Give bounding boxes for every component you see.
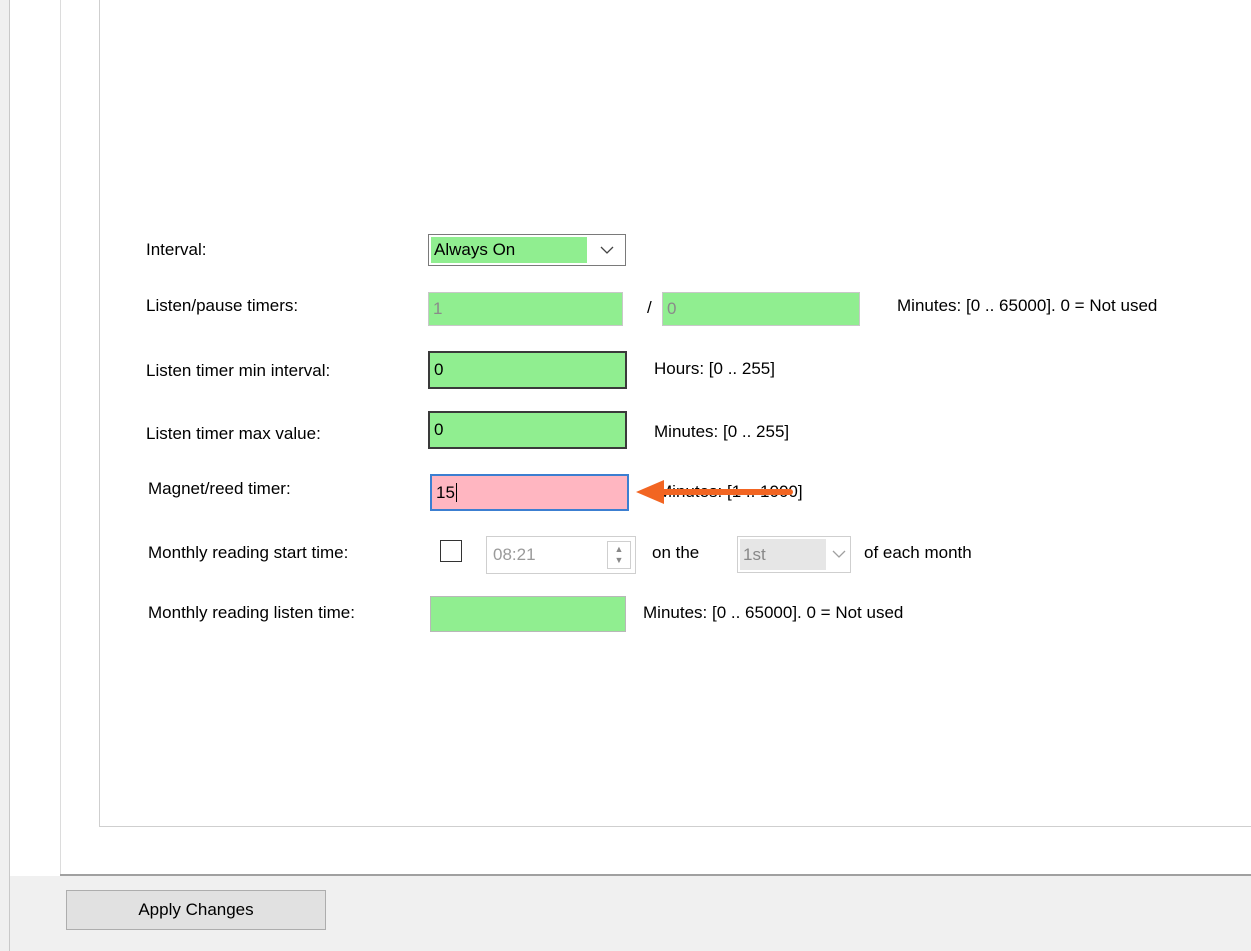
- monthly-start-label: Monthly reading start time:: [148, 543, 349, 562]
- listen-timer-input[interactable]: 1: [428, 292, 623, 326]
- monthly-start-time-value: 08:21: [493, 545, 536, 564]
- monthly-start-checkbox[interactable]: [440, 540, 462, 562]
- listen-max-value-label: Listen timer max value:: [146, 424, 321, 443]
- annotation-arrow-icon: [636, 480, 793, 504]
- listen-max-value-input[interactable]: 0: [428, 411, 627, 449]
- monthly-start-day-select[interactable]: 1st: [737, 536, 851, 573]
- listen-pause-separator: /: [647, 298, 652, 317]
- tab-page-border: [60, 0, 61, 875]
- listen-pause-hint: Minutes: [0 .. 65000]. 0 = Not used: [897, 296, 1158, 315]
- monthly-start-on-the: on the: [652, 543, 700, 562]
- magnet-reed-label: Magnet/reed timer:: [148, 479, 291, 498]
- chevron-down-icon[interactable]: [589, 235, 625, 265]
- listen-min-interval-input[interactable]: 0: [428, 351, 627, 389]
- listen-max-value-hint: Minutes: [0 .. 255]: [654, 422, 790, 441]
- apply-changes-button[interactable]: Apply Changes: [66, 890, 326, 930]
- text-caret: [455, 483, 457, 502]
- monthly-start-time-picker[interactable]: 08:21 ▲ ▼: [486, 536, 636, 574]
- spin-arrows-icon[interactable]: ▲ ▼: [607, 541, 631, 569]
- listen-min-interval-label: Listen timer min interval:: [146, 361, 331, 380]
- listen-pause-label: Listen/pause timers:: [146, 296, 299, 315]
- interval-select[interactable]: Always On: [428, 234, 626, 266]
- magnet-reed-value: 15: [436, 482, 455, 502]
- pause-timer-input[interactable]: 0: [662, 292, 860, 326]
- window-left-edge: [0, 0, 9, 951]
- interval-label: Interval:: [146, 240, 207, 259]
- interval-value: Always On: [431, 237, 587, 263]
- monthly-start-day-value: 1st: [740, 539, 826, 570]
- monthly-listen-label: Monthly reading listen time:: [148, 603, 355, 622]
- monthly-listen-hint: Minutes: [0 .. 65000]. 0 = Not used: [643, 603, 904, 622]
- monthly-listen-input[interactable]: [430, 596, 626, 632]
- monthly-start-suffix: of each month: [864, 543, 972, 562]
- settings-group-box: [99, 0, 1251, 827]
- listen-min-interval-hint: Hours: [0 .. 255]: [654, 359, 775, 378]
- magnet-reed-input[interactable]: 15: [430, 474, 629, 511]
- chevron-down-icon[interactable]: [828, 537, 850, 572]
